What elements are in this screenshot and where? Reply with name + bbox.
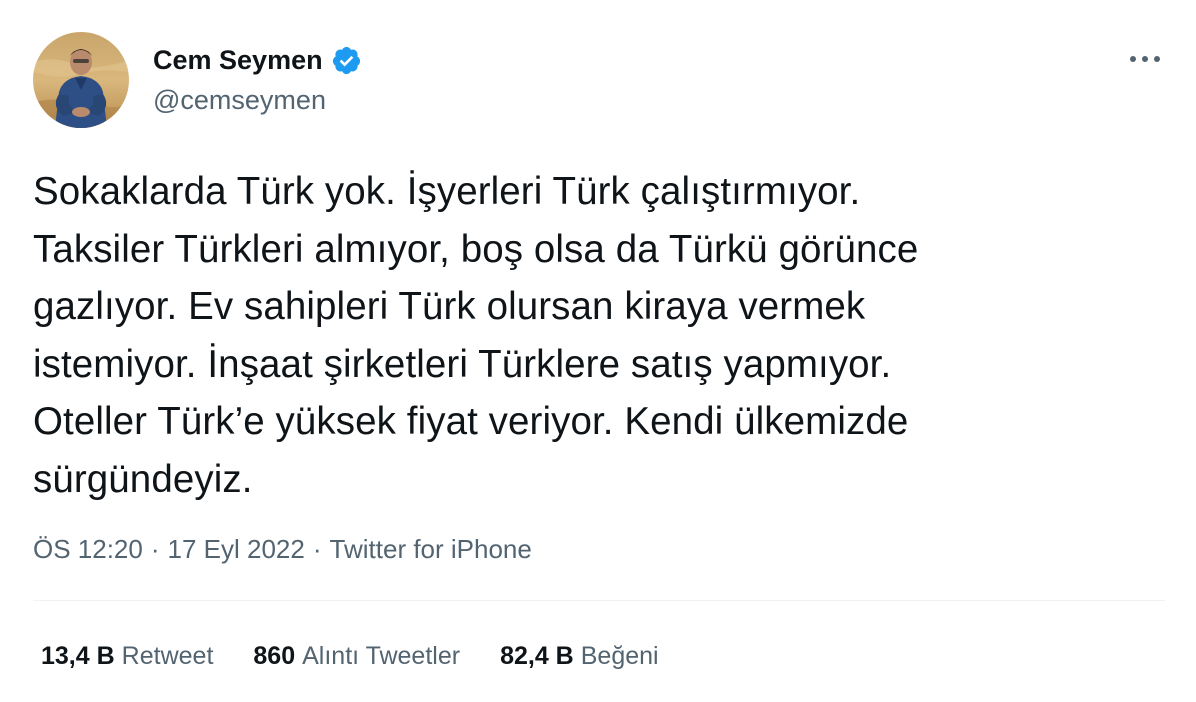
- retweet-count: 13,4 B: [41, 642, 115, 670]
- tweet-date-link[interactable]: 17 Eyl 2022: [168, 532, 305, 566]
- tweet-text: Sokaklarda Türk yok. İşyerleri Türk çalı…: [33, 170, 919, 501]
- verified-badge-icon: [331, 45, 362, 76]
- avatar[interactable]: [33, 32, 129, 128]
- tweet-stats: 13,4 B Retweet 860 Alıntı Tweetler 82,4 …: [41, 638, 699, 674]
- more-options-button[interactable]: [1124, 42, 1166, 76]
- quote-tweets-count: 860: [253, 642, 296, 670]
- likes-count: 82,4 B: [500, 642, 574, 670]
- tweet-time-link[interactable]: ÖS 12:20: [33, 532, 143, 566]
- author-display-name[interactable]: Cem Seymen: [153, 42, 323, 78]
- author-handle[interactable]: @cemseymen: [153, 83, 326, 117]
- tweet-source-link[interactable]: Twitter for iPhone: [330, 532, 532, 566]
- retweet-label: Retweet: [121, 642, 214, 670]
- retweet-count-link[interactable]: 13,4 B Retweet: [41, 638, 213, 674]
- divider: [33, 600, 1165, 601]
- avatar-photo: [33, 32, 129, 128]
- quote-tweets-label: Alıntı Tweetler: [302, 642, 461, 670]
- more-horizontal-icon: [1130, 56, 1160, 62]
- tweet-meta: ÖS 12:20 · 17 Eyl 2022 · Twitter for iPh…: [33, 532, 532, 566]
- quote-tweets-link[interactable]: 860 Alıntı Tweetler: [253, 638, 460, 674]
- meta-separator: ·: [150, 534, 160, 564]
- meta-separator: ·: [312, 534, 322, 564]
- likes-label: Beğeni: [580, 642, 659, 670]
- tweet-card: Cem Seymen @cemseymen Sokaklarda Türk yo…: [0, 0, 1196, 702]
- author-name-row[interactable]: Cem Seymen: [153, 42, 362, 78]
- likes-link[interactable]: 82,4 B Beğeni: [500, 638, 659, 674]
